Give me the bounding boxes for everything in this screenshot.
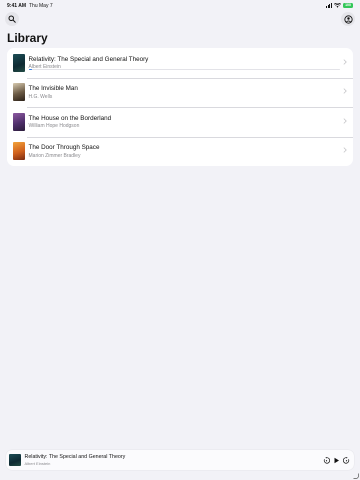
mini-player-title: Relativity: The Special and General Theo… bbox=[24, 454, 126, 460]
book-text: The Invisible Man H.G. Wells bbox=[29, 85, 342, 100]
magnifyingglass-icon bbox=[8, 15, 16, 23]
status-time: 9:41 AM bbox=[7, 3, 26, 9]
skip-forward-button[interactable] bbox=[343, 456, 350, 464]
book-title: The House on the Borderland bbox=[28, 114, 112, 122]
book-text: The House on the Borderland William Hope… bbox=[29, 115, 342, 130]
status-date: Thu May 7 bbox=[29, 3, 53, 9]
book-row-house-on-the-borderland[interactable]: The House on the Borderland William Hope… bbox=[7, 107, 353, 137]
mini-player-cover bbox=[9, 454, 21, 466]
book-cover bbox=[13, 142, 25, 161]
book-author: William Hope Hodgson bbox=[28, 123, 80, 129]
book-title: Relativity: The Special and General Theo… bbox=[28, 55, 149, 63]
book-author: H.G. Wells bbox=[28, 93, 53, 100]
book-cover bbox=[13, 112, 25, 131]
book-cover bbox=[13, 83, 25, 102]
book-row-door-through-space[interactable]: The Door Through Space Marion Zimmer Bra… bbox=[7, 136, 353, 167]
account-button[interactable] bbox=[341, 12, 355, 26]
goforward-30-icon bbox=[343, 456, 350, 464]
listening-progress-fill bbox=[28, 69, 32, 70]
status-icons: 100 bbox=[326, 2, 353, 8]
cellular-signal-icon bbox=[326, 3, 332, 8]
wifi-icon bbox=[334, 2, 341, 8]
gobackward-15-icon bbox=[323, 456, 330, 464]
chevron-right-icon bbox=[341, 118, 349, 126]
book-row-invisible-man[interactable]: The Invisible Man H.G. Wells bbox=[7, 77, 353, 108]
page-title: Library bbox=[7, 31, 48, 45]
book-title: The Door Through Space bbox=[28, 144, 100, 151]
chevron-right-icon bbox=[341, 147, 349, 155]
book-text: Relativity: The Special and General Theo… bbox=[28, 55, 342, 70]
book-cover bbox=[13, 53, 25, 72]
screen: 9:41 AM Thu May 7 100 Library Relativity… bbox=[0, 0, 360, 480]
play-icon bbox=[334, 457, 339, 463]
mini-player-text: Relativity: The Special and General Theo… bbox=[25, 454, 324, 466]
book-author: Marion Zimmer Bradley bbox=[28, 152, 81, 159]
play-button[interactable] bbox=[333, 457, 340, 464]
status-bar: 9:41 AM Thu May 7 100 bbox=[0, 0, 360, 12]
resize-handle-icon[interactable] bbox=[353, 473, 359, 479]
listening-progress-bar bbox=[28, 69, 340, 70]
book-title: The Invisible Man bbox=[28, 85, 78, 92]
mini-player-controls bbox=[323, 456, 350, 464]
chevron-right-icon bbox=[341, 59, 349, 67]
person-circle-icon bbox=[343, 14, 353, 24]
book-text: The Door Through Space Marion Zimmer Bra… bbox=[29, 144, 342, 159]
mini-player[interactable]: Relativity: The Special and General Theo… bbox=[6, 450, 354, 470]
chevron-right-icon bbox=[341, 88, 349, 96]
skip-back-button[interactable] bbox=[323, 456, 330, 464]
mini-player-author: Albert Einstein bbox=[24, 461, 51, 466]
battery-icon: 100 bbox=[343, 2, 353, 8]
search-button[interactable] bbox=[5, 12, 19, 26]
library-list: Relativity: The Special and General Theo… bbox=[7, 48, 353, 166]
book-row-relativity[interactable]: Relativity: The Special and General Theo… bbox=[7, 48, 353, 78]
